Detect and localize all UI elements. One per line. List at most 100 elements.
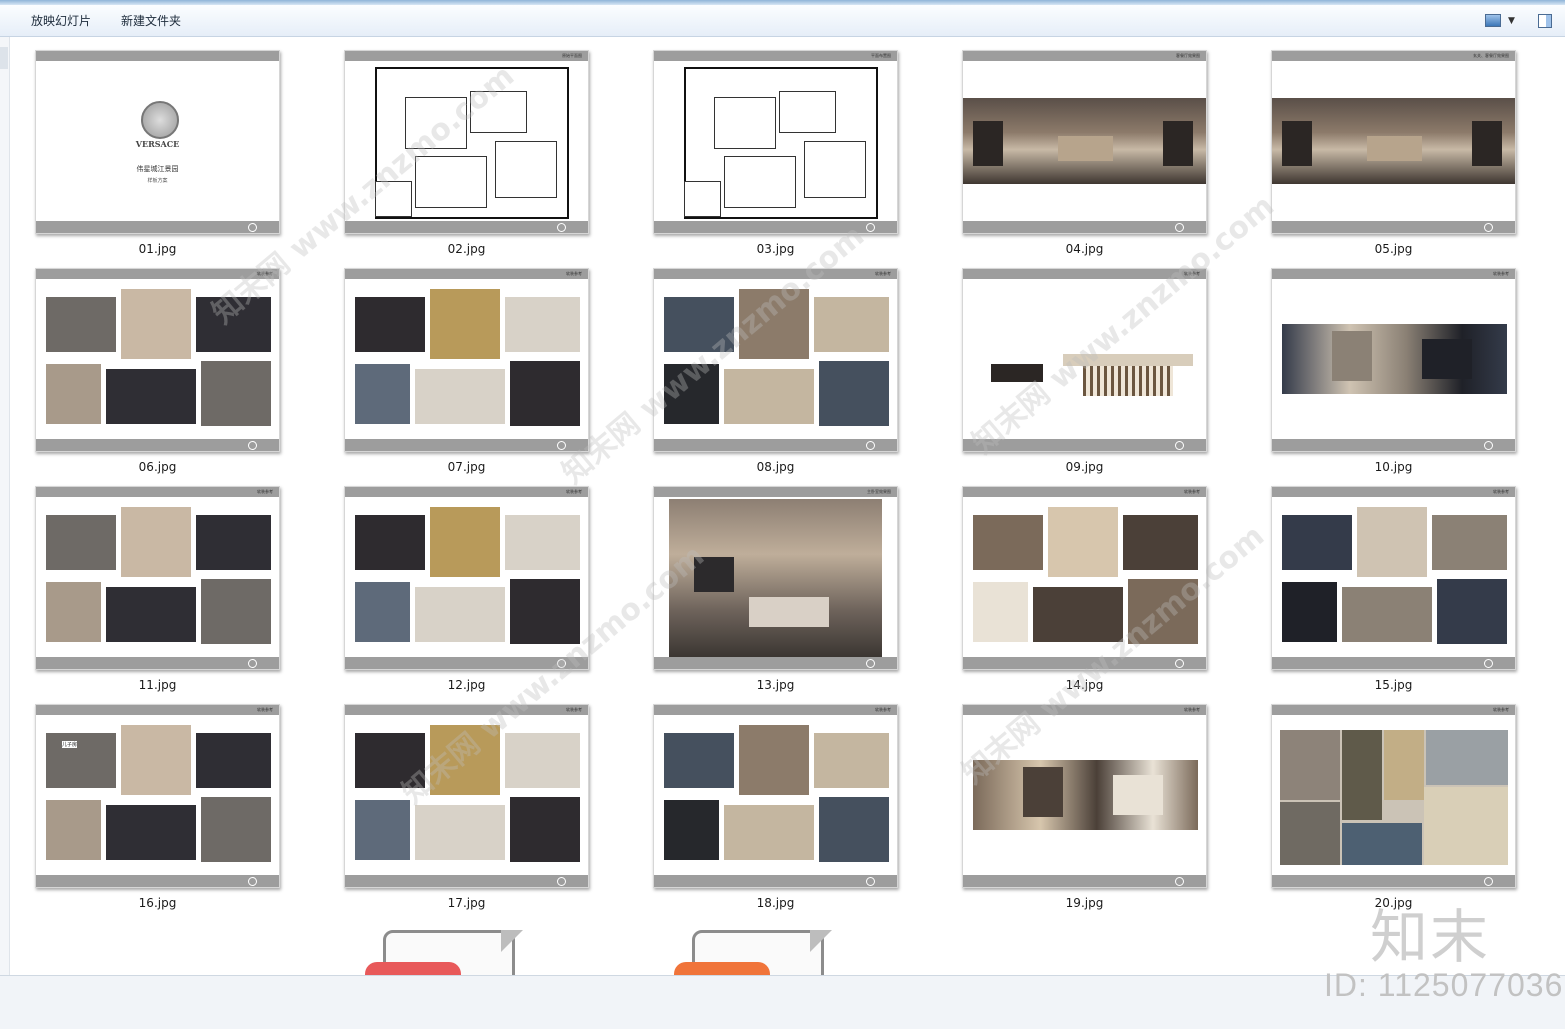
footer-logo-icon (248, 441, 257, 450)
collage-item (510, 361, 580, 426)
navigation-pane-edge[interactable] (0, 37, 10, 975)
file-thumbnail-item[interactable]: 玄关、客餐厅效果图 05.jpg (1271, 50, 1516, 256)
pendant-light-shape (991, 364, 1043, 382)
file-name-label[interactable]: 15.jpg (1271, 678, 1516, 692)
slide-footer-bar (1272, 221, 1515, 233)
file-thumbnail-item[interactable]: 软装参考 11.jpg (35, 486, 280, 692)
file-name-label[interactable]: 11.jpg (35, 678, 280, 692)
slide-section-tag: 软装参考 (257, 707, 273, 712)
table-legs-shape (1083, 366, 1173, 396)
material-swatch (1342, 823, 1422, 865)
view-dropdown-chevron-down-icon[interactable]: ▼ (1508, 16, 1515, 26)
slide-header-bar (654, 269, 897, 279)
slide-header-bar (654, 487, 897, 497)
slide-header-bar (963, 705, 1206, 715)
window-panel (1472, 121, 1502, 166)
collage-item (355, 582, 410, 642)
collage-item (664, 364, 719, 424)
file-name-label[interactable]: 05.jpg (1271, 242, 1516, 256)
page-fold-icon (501, 930, 523, 952)
slide-section-tag: 软装参考 (1184, 271, 1200, 276)
floor-plan-room (714, 97, 776, 149)
file-name-label[interactable]: 16.jpg (35, 896, 280, 910)
slide-header-bar (1272, 269, 1515, 279)
file-thumbnail-item[interactable]: 软装参考 20.jpg (1271, 704, 1516, 910)
id-watermark: ID: 1125077036 (1324, 967, 1564, 1003)
file-thumbnail-item[interactable]: 软装参考 07.jpg (344, 268, 589, 474)
slide-section-tag: 软装参考 (875, 271, 891, 276)
footer-logo-icon (866, 441, 875, 450)
versace-medusa-logo-icon (141, 101, 179, 139)
file-name-label[interactable]: 07.jpg (344, 460, 589, 474)
file-name-label[interactable]: 04.jpg (962, 242, 1207, 256)
footer-logo-icon (1175, 877, 1184, 886)
slide-preview: 软装参考 (962, 486, 1207, 670)
partial-file-icon[interactable] (365, 930, 533, 992)
file-name-label[interactable]: 17.jpg (344, 896, 589, 910)
splitter-handle[interactable] (0, 47, 8, 69)
slide-footer-bar (963, 439, 1206, 451)
slide-footer-bar (963, 875, 1206, 887)
brand-watermark: 知末 (1370, 903, 1491, 971)
collage-item (973, 582, 1028, 642)
slide-section-tag: 软装参考 (1493, 707, 1509, 712)
slide-footer-bar (345, 875, 588, 887)
file-name-label[interactable]: 02.jpg (344, 242, 589, 256)
new-folder-button[interactable]: 新建文件夹 (121, 12, 181, 29)
slide-header-bar (345, 487, 588, 497)
file-name-label[interactable]: 09.jpg (962, 460, 1207, 474)
file-name-label[interactable]: 06.jpg (35, 460, 280, 474)
file-thumbnail-item[interactable]: 软装参考 儿子房 16.jpg (35, 704, 280, 910)
collage-item (664, 800, 719, 860)
file-list-view[interactable]: VERSACE 伟星城江景园 样板方案 01.jpg 原始平面图 02.jpg 平面布置图 0… (10, 37, 1565, 975)
file-thumbnail-item[interactable]: 软装参考 19.jpg (962, 704, 1207, 910)
preview-pane-icon[interactable] (1538, 14, 1552, 28)
file-thumbnail-item[interactable]: 软装参考 18.jpg (653, 704, 898, 910)
file-thumbnail-item[interactable]: 软装参考 12.jpg (344, 486, 589, 692)
slideshow-button[interactable]: 放映幻灯片 (31, 12, 91, 29)
file-thumbnail-item[interactable]: 原始平面图 02.jpg (344, 50, 589, 256)
file-thumbnail-item[interactable]: 客餐厅效果图 04.jpg (962, 50, 1207, 256)
file-thumbnail-item[interactable]: 软装参考 06.jpg (35, 268, 280, 474)
file-thumbnail-item[interactable]: 软装参考 15.jpg (1271, 486, 1516, 692)
file-thumbnail-item[interactable]: VERSACE 伟星城江景园 样板方案 01.jpg (35, 50, 280, 256)
material-swatch (1384, 730, 1424, 800)
file-thumbnail-item[interactable]: 软装参考 10.jpg (1271, 268, 1516, 474)
file-thumbnail-item[interactable]: 软装参考 08.jpg (653, 268, 898, 474)
file-thumbnail-item[interactable]: 主卧室效果图 13.jpg (653, 486, 898, 692)
collage-item (196, 733, 271, 788)
slide-section-tag: 平面布置图 (871, 53, 891, 58)
file-name-label[interactable]: 01.jpg (35, 242, 280, 256)
slide-header-bar (36, 269, 279, 279)
collage-item (201, 579, 271, 644)
slide-section-tag: 软装参考 (1184, 489, 1200, 494)
collage-item (739, 725, 809, 795)
file-name-label[interactable]: 08.jpg (653, 460, 898, 474)
floor-plan-room (405, 97, 467, 149)
file-name-label[interactable]: 14.jpg (962, 678, 1207, 692)
file-thumbnail-item[interactable]: 平面布置图 03.jpg (653, 50, 898, 256)
collage-item (1357, 507, 1427, 577)
file-thumbnail-item[interactable]: 软装参考 17.jpg (344, 704, 589, 910)
slide-preview: 软装参考 (35, 268, 280, 452)
file-thumbnail-item[interactable]: 软装参考 14.jpg (962, 486, 1207, 692)
footer-logo-icon (248, 223, 257, 232)
file-name-label[interactable]: 18.jpg (653, 896, 898, 910)
file-name-label[interactable]: 13.jpg (653, 678, 898, 692)
slide-header-bar (36, 487, 279, 497)
file-thumbnail-item[interactable]: 软装参考 09.jpg (962, 268, 1207, 474)
floor-plan-room (724, 156, 796, 208)
file-name-label[interactable]: 12.jpg (344, 678, 589, 692)
decor-object (1422, 339, 1472, 379)
view-options-icon[interactable] (1485, 14, 1501, 27)
file-name-label[interactable]: 03.jpg (653, 242, 898, 256)
partial-file-icon[interactable] (674, 930, 842, 992)
file-name-label[interactable]: 19.jpg (962, 896, 1207, 910)
furniture-shape (1058, 136, 1113, 161)
file-name-label[interactable]: 10.jpg (1271, 460, 1516, 474)
slide-footer-bar (654, 439, 897, 451)
slide-footer-bar (654, 875, 897, 887)
slide-header-bar (345, 269, 588, 279)
slide-section-tag: 软装参考 (1184, 707, 1200, 712)
footer-logo-icon (557, 659, 566, 668)
